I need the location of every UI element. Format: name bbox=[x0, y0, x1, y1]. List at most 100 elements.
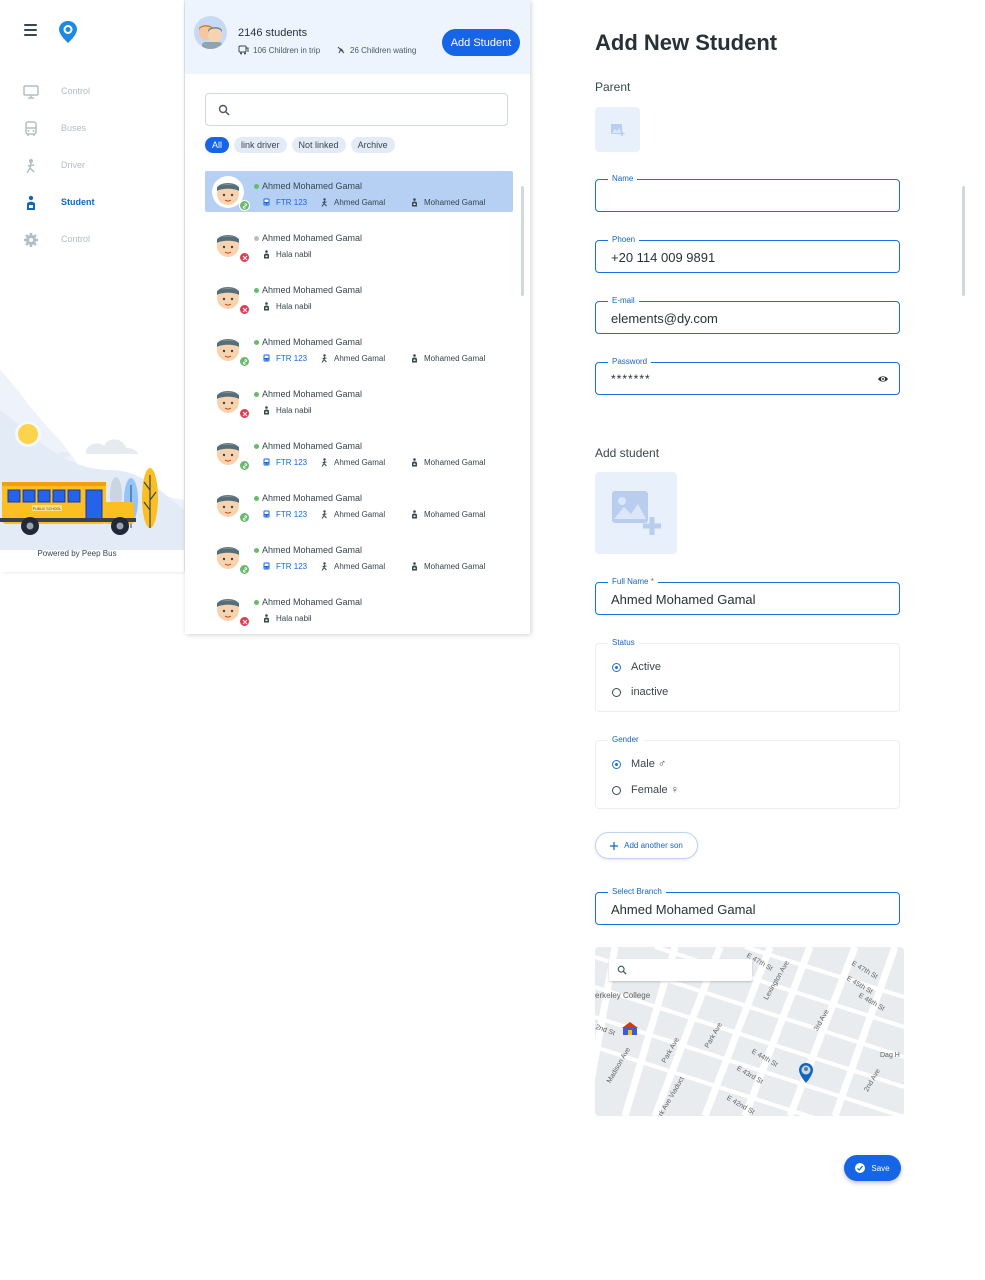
avatar bbox=[212, 436, 250, 471]
password-field[interactable]: Password bbox=[595, 357, 900, 395]
avatar bbox=[212, 592, 250, 627]
password-input[interactable] bbox=[611, 370, 861, 388]
filter-chip-all[interactable]: All bbox=[205, 137, 230, 153]
bus-number: FTR 123 bbox=[276, 354, 308, 363]
add-student-button[interactable]: Add Student bbox=[442, 29, 520, 56]
driver-icon bbox=[321, 510, 327, 519]
location-pin-icon[interactable] bbox=[798, 1062, 814, 1084]
school-bus-illustration: PUBLIC SCHOOL bbox=[0, 370, 184, 550]
student-parent: Mohamed Gamal bbox=[410, 354, 485, 363]
radio-male[interactable] bbox=[612, 759, 621, 769]
full-name-field[interactable]: Full Name * bbox=[595, 577, 900, 615]
student-name: Ahmed Mohamed Gamal bbox=[262, 441, 363, 451]
table-row[interactable]: Ahmed Mohamed Gamal FTR 123 Ahmed Gamal Moh… bbox=[205, 171, 513, 212]
linked-badge-icon bbox=[239, 460, 250, 471]
sidebar-item-driver[interactable]: Driver bbox=[0, 152, 184, 180]
status-dot bbox=[254, 548, 259, 553]
branch-label: Select Branch bbox=[608, 887, 666, 897]
show-password-eye-icon[interactable] bbox=[877, 373, 889, 385]
status-option-inactive-label: inactive bbox=[631, 686, 669, 698]
parent-name-field[interactable]: Name bbox=[595, 174, 900, 212]
driver-name: Ahmed Gamal bbox=[334, 562, 386, 571]
filter-chip-not-linked[interactable]: Not linked bbox=[291, 137, 346, 153]
table-row[interactable]: Ahmed Mohamed Gamal FTR 123 Ahmed Gamal Moh… bbox=[205, 483, 513, 524]
student-name: Ahmed Mohamed Gamal bbox=[262, 233, 363, 243]
gender-option-female[interactable]: Female ♀ bbox=[612, 784, 679, 796]
full-name-input[interactable] bbox=[611, 590, 861, 608]
status-dot bbox=[254, 496, 259, 501]
map-search-box[interactable] bbox=[609, 959, 752, 981]
status-option-active[interactable]: Active bbox=[612, 661, 661, 673]
parent-photo-upload[interactable] bbox=[595, 107, 640, 152]
student-list-scrollbar[interactable] bbox=[521, 186, 524, 296]
parent-name: Mohamed Gamal bbox=[424, 198, 486, 207]
table-row[interactable]: Ahmed Mohamed Gamal Hala nabil bbox=[205, 379, 513, 420]
search-icon bbox=[218, 104, 230, 116]
filter-chip-archive[interactable]: Archive bbox=[350, 137, 395, 153]
phone-input[interactable] bbox=[611, 248, 861, 266]
hamburger-menu-icon[interactable] bbox=[24, 24, 38, 36]
parent-section-label: Parent bbox=[595, 80, 631, 94]
student-list: Ahmed Mohamed Gamal FTR 123 Ahmed Gamal Moh… bbox=[205, 171, 513, 634]
sidebar-item-control[interactable]: Control bbox=[0, 226, 184, 254]
add-another-son-button[interactable]: Add another son bbox=[595, 832, 698, 859]
app-root: Control Buses Driver Student Control PUB… bbox=[0, 0, 985, 1280]
table-row[interactable]: Ahmed Mohamed Gamal FTR 123 Ahmed Gamal Moh… bbox=[205, 327, 513, 368]
powered-by-text: Powered by Peep Bus bbox=[37, 549, 117, 558]
driver-icon bbox=[321, 562, 327, 571]
parent-icon bbox=[264, 614, 269, 623]
phone-field[interactable]: Phoen bbox=[595, 235, 900, 273]
branch-select-input[interactable] bbox=[611, 900, 861, 918]
status-option-inactive[interactable]: inactive bbox=[612, 686, 668, 698]
table-row[interactable]: Ahmed Mohamed Gamal Hala nabil bbox=[205, 223, 513, 264]
linked-badge-icon bbox=[239, 512, 250, 523]
location-map[interactable]: erkeley College Madison Ave Park Ave Park A… bbox=[595, 947, 904, 1116]
email-field[interactable]: E-mail bbox=[595, 296, 900, 334]
status-dot bbox=[254, 288, 259, 293]
status-dot bbox=[254, 600, 259, 605]
unlinked-badge-icon bbox=[239, 616, 250, 627]
sidebar-item-label: Student bbox=[61, 197, 95, 207]
bus-number: FTR 123 bbox=[276, 510, 308, 519]
status-dot bbox=[254, 184, 259, 189]
sidebar-item-buses[interactable]: Buses bbox=[0, 115, 184, 143]
table-row[interactable]: Ahmed Mohamed Gamal FTR 123 Ahmed Gamal Moh… bbox=[205, 431, 513, 472]
radio-female[interactable] bbox=[612, 785, 621, 795]
avatar bbox=[212, 384, 250, 419]
sidebar-item-control[interactable]: Control bbox=[0, 78, 184, 106]
form-scrollbar[interactable] bbox=[962, 186, 965, 296]
parent-name-label: Name bbox=[608, 174, 638, 184]
table-row[interactable]: Ahmed Mohamed Gamal FTR 123 Ahmed Gamal Moh… bbox=[205, 535, 513, 576]
student-bus: FTR 123 bbox=[262, 562, 307, 571]
table-row[interactable]: Ahmed Mohamed Gamal Hala nabil bbox=[205, 587, 513, 628]
parent-name-input[interactable] bbox=[611, 187, 861, 205]
peep-bus-logo-icon[interactable] bbox=[58, 20, 78, 44]
student-parent: Hala nabil bbox=[262, 250, 312, 259]
students-header: 2146 students 106 Children in trip 26 Ch… bbox=[185, 0, 530, 74]
radio-inactive[interactable] bbox=[612, 687, 621, 697]
map-street-label: erkeley College bbox=[595, 991, 651, 1000]
student-icon bbox=[27, 195, 35, 210]
table-row[interactable]: Ahmed Mohamed Gamal Hala nabil bbox=[205, 275, 513, 316]
gender-option-male[interactable]: Male ♂ bbox=[612, 758, 666, 770]
status-option-active-label: Active bbox=[631, 661, 661, 673]
bus-number: FTR 123 bbox=[276, 458, 308, 467]
filter-chip-link-driver[interactable]: link driver bbox=[234, 137, 287, 153]
gear-icon bbox=[24, 233, 38, 247]
radio-active[interactable] bbox=[612, 662, 621, 672]
student-parent: Mohamed Gamal bbox=[410, 458, 485, 467]
student-search-input[interactable] bbox=[236, 100, 496, 120]
children-in-trip-text: 106 Children in trip bbox=[253, 45, 321, 55]
student-name: Ahmed Mohamed Gamal bbox=[262, 337, 363, 347]
student-search-box[interactable] bbox=[205, 93, 508, 126]
driver-name: Ahmed Gamal bbox=[334, 510, 386, 519]
email-input[interactable] bbox=[611, 309, 861, 327]
sidebar-item-student[interactable]: Student bbox=[0, 189, 184, 217]
avatar bbox=[212, 332, 250, 367]
student-driver: Ahmed Gamal bbox=[320, 562, 385, 571]
student-photo-upload[interactable] bbox=[595, 472, 677, 554]
school-marker-icon[interactable] bbox=[622, 1022, 638, 1036]
save-button[interactable]: Save bbox=[844, 1155, 901, 1181]
branch-select-field[interactable]: Select Branch bbox=[595, 887, 900, 925]
student-name: Ahmed Mohamed Gamal bbox=[262, 285, 363, 295]
